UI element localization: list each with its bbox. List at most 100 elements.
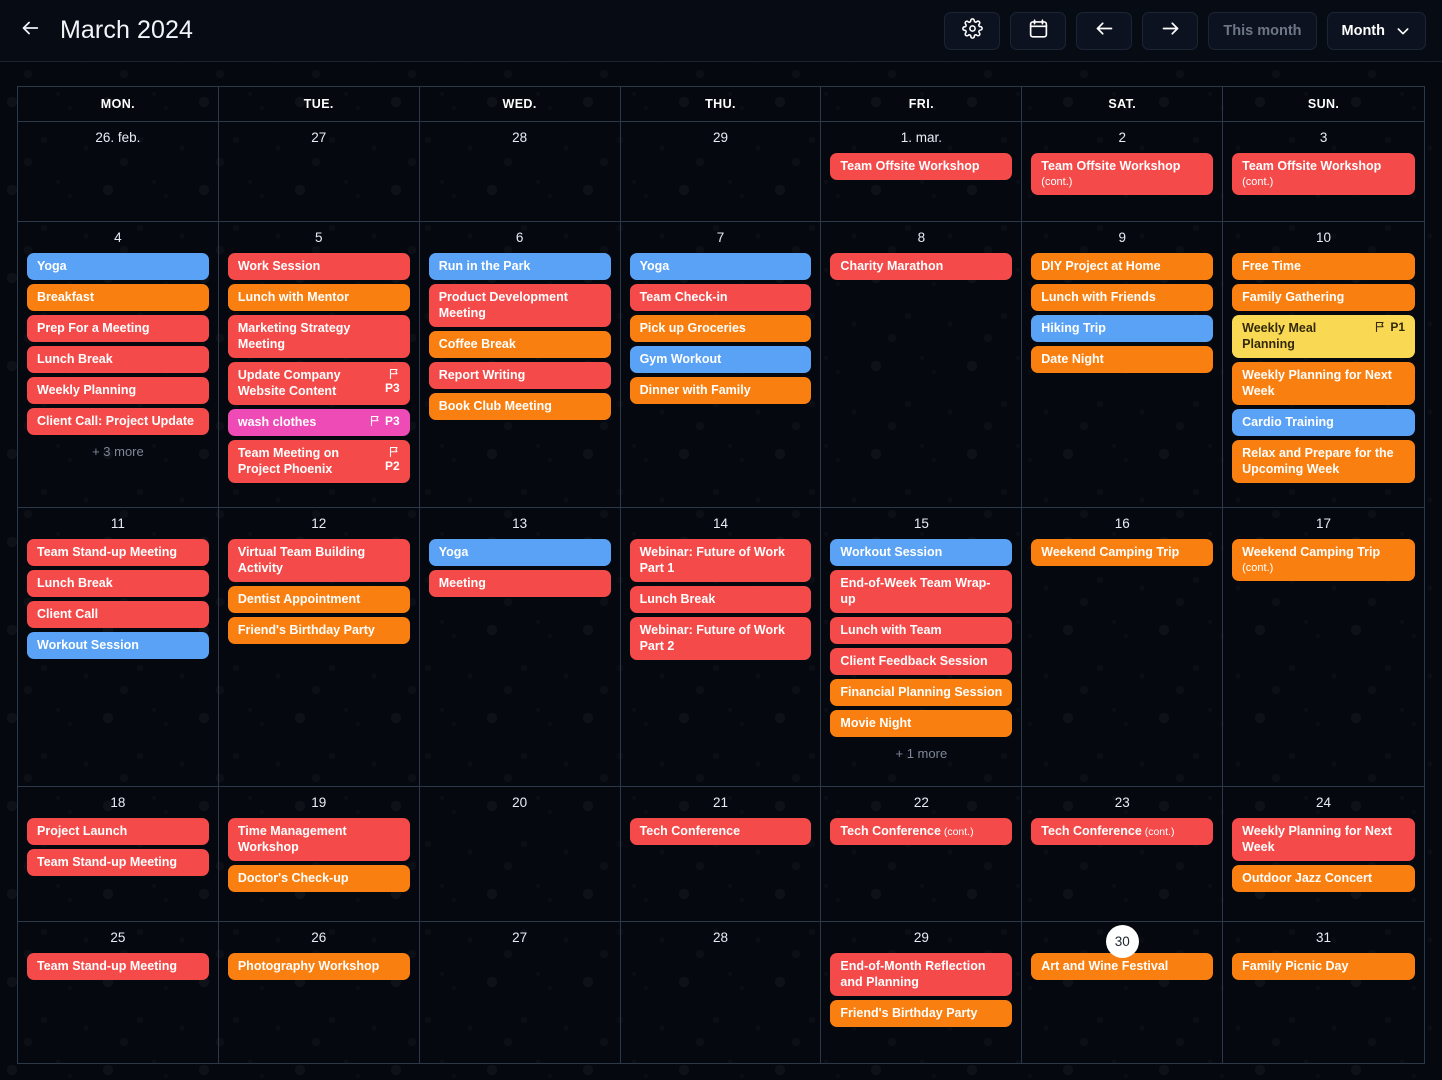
show-more-events-link[interactable]: + 1 more	[830, 746, 1012, 761]
day-cell[interactable]: 19 Time Management Workshop Doctor's Check…	[219, 787, 420, 921]
calendar-event[interactable]: Hiking Trip	[1031, 315, 1214, 342]
day-cell[interactable]: 10 Free Time Family Gathering Weekly Meal P…	[1223, 222, 1424, 507]
calendar-event[interactable]: Friend's Birthday Party	[830, 1000, 1013, 1027]
calendar-event[interactable]: Update Company Website Content P3	[227, 362, 410, 405]
calendar-event[interactable]: Weekly Planning for Next Week	[1232, 362, 1415, 405]
calendar-event[interactable]: Tech Conference (cont.)	[1031, 818, 1214, 846]
calendar-event[interactable]: Team Offsite Workshop (cont.)	[1232, 153, 1415, 196]
calendar-event[interactable]: Prep For a Meeting	[27, 315, 209, 342]
calendar-event[interactable]: Pick up Groceries	[629, 315, 812, 342]
calendar-event[interactable]: Tech Conference	[629, 818, 812, 845]
day-cell[interactable]: 5 Work Session Lunch with Mentor Marketing …	[219, 222, 420, 507]
calendar-event[interactable]: Dinner with Family	[629, 377, 812, 404]
calendar-event[interactable]: Date Night	[1031, 346, 1214, 373]
day-cell[interactable]: 24 Weekly Planning for Next Week Outdoor J…	[1223, 787, 1424, 921]
next-period-button[interactable]	[1142, 11, 1199, 50]
day-cell[interactable]: 4 Yoga Breakfast Prep For a Meeting Lunch Br…	[18, 222, 219, 507]
calendar-event[interactable]: Team Stand-up Meeting	[27, 849, 209, 876]
day-cell[interactable]: 21 Tech Conference	[621, 787, 822, 921]
previous-period-button[interactable]	[1076, 11, 1133, 50]
day-cell[interactable]: 11 Team Stand-up Meeting Lunch Break Client…	[18, 508, 219, 786]
calendar-event[interactable]: Relax and Prepare for the Upcoming Week	[1232, 440, 1415, 483]
calendar-event[interactable]: Weekly Meal Planning P1	[1232, 315, 1415, 358]
calendar-event[interactable]: Work Session	[227, 253, 410, 280]
calendar-event[interactable]: Weekly Planning for Next Week	[1232, 818, 1415, 861]
calendar-event[interactable]: Photography Workshop	[227, 953, 410, 980]
day-cell[interactable]: 20	[420, 787, 621, 921]
calendar-event[interactable]: Team Offsite Workshop (cont.)	[1031, 153, 1214, 196]
calendar-event[interactable]: DIY Project at Home	[1031, 253, 1214, 280]
calendar-event[interactable]: Yoga	[629, 253, 812, 280]
calendar-event[interactable]: Lunch with Mentor	[227, 284, 410, 311]
day-cell[interactable]: 27	[420, 922, 621, 1063]
calendar-event[interactable]: Yoga	[428, 539, 611, 566]
calendar-event[interactable]: Team Stand-up Meeting	[27, 539, 209, 566]
calendar-event[interactable]: Lunch Break	[27, 346, 209, 373]
calendar-event[interactable]: Gym Workout	[629, 346, 812, 373]
calendar-event[interactable]: Lunch with Team	[830, 617, 1013, 644]
day-cell[interactable]: 9 DIY Project at Home Lunch with Friends Hi…	[1022, 222, 1224, 507]
calendar-event[interactable]: Family Picnic Day	[1232, 953, 1415, 980]
calendar-event[interactable]: Report Writing	[428, 362, 611, 389]
day-cell[interactable]: 13 Yoga Meeting	[420, 508, 621, 786]
day-cell[interactable]: 30 Art and Wine Festival	[1022, 922, 1224, 1063]
calendar-event[interactable]: Tech Conference (cont.)	[830, 818, 1013, 846]
calendar-event[interactable]: Charity Marathon	[830, 253, 1013, 280]
calendar-event[interactable]: Team Check-in	[629, 284, 812, 311]
calendar-event[interactable]: wash clothes P3	[227, 409, 410, 436]
calendar-event[interactable]: Lunch Break	[27, 570, 209, 597]
day-cell[interactable]: 12 Virtual Team Building Activity Dentist …	[219, 508, 420, 786]
calendar-event[interactable]: Breakfast	[27, 284, 209, 311]
calendar-event[interactable]: Client Call	[27, 601, 209, 628]
calendar-event[interactable]: Marketing Strategy Meeting	[227, 315, 410, 358]
calendar-event[interactable]: Yoga	[27, 253, 209, 280]
calendar-event[interactable]: Team Meeting on Project Phoenix P2	[227, 440, 410, 483]
day-cell[interactable]: 22 Tech Conference (cont.)	[821, 787, 1023, 921]
day-cell[interactable]: 28	[621, 922, 822, 1063]
day-cell[interactable]: 8 Charity Marathon	[821, 222, 1023, 507]
day-cell[interactable]: 1. mar. Team Offsite Workshop	[821, 122, 1023, 221]
calendar-event[interactable]: Lunch Break	[629, 586, 812, 613]
show-more-events-link[interactable]: + 3 more	[27, 444, 209, 459]
calendar-event[interactable]: Virtual Team Building Activity	[227, 539, 410, 582]
calendar-event[interactable]: Run in the Park	[428, 253, 611, 280]
calendar-event[interactable]: Workout Session	[27, 632, 209, 659]
calendar-event[interactable]: Weekend Camping Trip	[1031, 539, 1214, 566]
calendar-event[interactable]: Book Club Meeting	[428, 393, 611, 420]
calendar-event[interactable]: Cardio Training	[1232, 409, 1415, 436]
day-cell[interactable]: 28	[420, 122, 621, 221]
calendar-event[interactable]: Dentist Appointment	[227, 586, 410, 613]
calendar-event[interactable]: Coffee Break	[428, 331, 611, 358]
date-picker-button[interactable]	[1010, 11, 1067, 50]
calendar-event[interactable]: Team Stand-up Meeting	[27, 953, 209, 980]
calendar-event[interactable]: Doctor's Check-up	[227, 865, 410, 892]
calendar-event[interactable]: End-of-Month Reflection and Planning	[830, 953, 1013, 996]
day-cell[interactable]: 27	[219, 122, 420, 221]
calendar-event[interactable]: Weekend Camping Trip (cont.)	[1232, 539, 1415, 582]
day-cell[interactable]: 29 End-of-Month Reflection and Planning Fr…	[821, 922, 1023, 1063]
calendar-event[interactable]: Meeting	[428, 570, 611, 597]
calendar-event[interactable]: Client Feedback Session	[830, 648, 1013, 675]
day-cell[interactable]: 3 Team Offsite Workshop (cont.)	[1223, 122, 1424, 221]
calendar-event[interactable]: Movie Night	[830, 710, 1013, 737]
day-cell[interactable]: 7 Yoga Team Check-in Pick up Groceries Gym W…	[621, 222, 822, 507]
calendar-event[interactable]: Client Call: Project Update	[27, 408, 209, 435]
calendar-event[interactable]: Outdoor Jazz Concert	[1232, 865, 1415, 892]
calendar-event[interactable]: Lunch with Friends	[1031, 284, 1214, 311]
calendar-event[interactable]: Webinar: Future of Work Part 1	[629, 539, 812, 582]
calendar-event[interactable]: Financial Planning Session	[830, 679, 1013, 706]
calendar-event[interactable]: Time Management Workshop	[227, 818, 410, 861]
day-cell[interactable]: 26 Photography Workshop	[219, 922, 420, 1063]
calendar-event[interactable]: Workout Session	[830, 539, 1013, 566]
this-month-button[interactable]: This month	[1208, 11, 1317, 50]
calendar-event[interactable]: Weekly Planning	[27, 377, 209, 404]
calendar-event[interactable]: Free Time	[1232, 253, 1415, 280]
day-cell[interactable]: 6 Run in the Park Product Development Meet…	[420, 222, 621, 507]
calendar-event[interactable]: Friend's Birthday Party	[227, 617, 410, 644]
day-cell[interactable]: 16 Weekend Camping Trip	[1022, 508, 1224, 786]
day-cell[interactable]: 23 Tech Conference (cont.)	[1022, 787, 1224, 921]
calendar-event[interactable]: Team Offsite Workshop	[830, 153, 1013, 180]
calendar-event[interactable]: Family Gathering	[1232, 284, 1415, 311]
day-cell[interactable]: 17 Weekend Camping Trip (cont.)	[1223, 508, 1424, 786]
day-cell[interactable]: 14 Webinar: Future of Work Part 1 Lunch Br…	[621, 508, 822, 786]
